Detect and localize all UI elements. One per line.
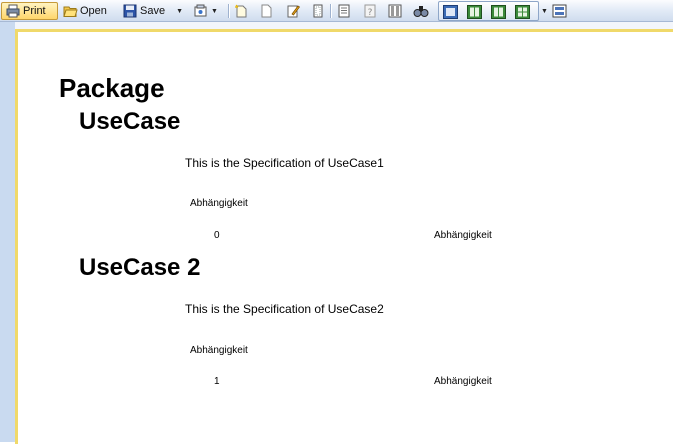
- usecase-2-specification: This is the Specification of UseCase2: [185, 302, 384, 316]
- help-page-button[interactable]: ?: [363, 2, 377, 20]
- edit-button[interactable]: [286, 2, 301, 20]
- usecase-2-title: UseCase 2: [79, 254, 201, 281]
- usecase-2-dependency-value: Abhängigkeit: [434, 376, 492, 387]
- usecase-1-dependency-header: Abhängigkeit: [190, 198, 248, 209]
- usecase-1-title: UseCase: [79, 108, 181, 135]
- view-two-icon: [467, 5, 482, 19]
- help-page-icon: ?: [363, 4, 377, 18]
- save-dropdown-arrow-icon[interactable]: ▼: [176, 8, 183, 15]
- view-mode-group: [438, 1, 539, 21]
- header-footer-icon: [337, 4, 351, 18]
- new-page-button[interactable]: [234, 2, 248, 20]
- multi-page-button[interactable]: [552, 2, 567, 20]
- save-button[interactable]: Save ▼: [123, 2, 183, 20]
- folder-open-icon: [63, 4, 78, 18]
- open-button[interactable]: Open: [63, 2, 107, 20]
- view-single-icon: [443, 5, 458, 19]
- toolbar-separator: [228, 4, 229, 18]
- blank-page-button[interactable]: [259, 2, 273, 20]
- columns-button[interactable]: [388, 2, 402, 20]
- multi-page-icon: [552, 4, 567, 18]
- view-grid-icon: [515, 5, 530, 19]
- save-label: Save: [140, 5, 166, 17]
- floppy-save-icon: [123, 4, 137, 18]
- print-label: Print: [23, 5, 46, 17]
- new-page-icon: [234, 4, 248, 18]
- document-top-strip: [15, 22, 673, 29]
- view-grid-button[interactable]: [515, 3, 530, 21]
- package-title: Package: [59, 73, 165, 103]
- view-dropdown-arrow-icon: ▼: [541, 7, 548, 15]
- print-button[interactable]: Print: [1, 2, 58, 20]
- svg-text:?: ?: [368, 8, 373, 18]
- blank-page-icon: [259, 4, 273, 18]
- find-button[interactable]: [413, 2, 429, 20]
- report-toolbar: Print Open Save ▼ ▼ ? ▼: [0, 0, 673, 22]
- export-dropdown-arrow-icon[interactable]: ▼: [211, 8, 218, 15]
- view-two-button[interactable]: [467, 3, 482, 21]
- report-page[interactable]: Package UseCase This is the Specificatio…: [15, 29, 673, 444]
- columns-icon: [388, 4, 402, 18]
- usecase-1-dependency-value: Abhängigkeit: [434, 230, 492, 241]
- usecase-2-dependency-index: 1: [214, 376, 220, 387]
- edit-icon: [286, 4, 301, 18]
- export-button[interactable]: ▼: [193, 2, 218, 20]
- printer-icon: [6, 4, 20, 18]
- view-book-icon: [491, 5, 506, 19]
- usecase-1-specification: This is the Specification of UseCase1: [185, 156, 384, 170]
- usecase-1-dependency-index: 0: [214, 230, 220, 241]
- document-margin-strip: [0, 22, 15, 442]
- view-dropdown-button[interactable]: ▼: [539, 2, 548, 20]
- export-icon: [193, 4, 207, 18]
- page-setup-icon: [311, 4, 325, 18]
- toolbar-separator: [330, 4, 331, 18]
- page-setup-button[interactable]: [311, 2, 325, 20]
- find-icon: [413, 4, 429, 18]
- usecase-2-dependency-header: Abhängigkeit: [190, 345, 248, 356]
- view-single-button[interactable]: [443, 3, 458, 21]
- open-label: Open: [80, 5, 107, 17]
- view-book-button[interactable]: [491, 3, 506, 21]
- header-footer-button[interactable]: [337, 2, 351, 20]
